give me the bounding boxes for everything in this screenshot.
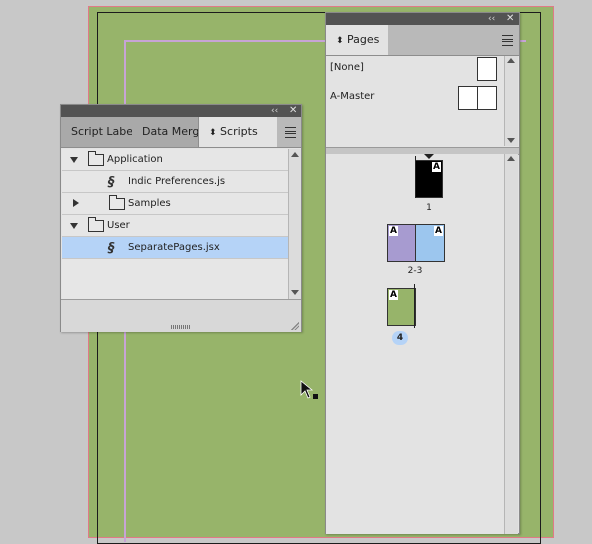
tab-arrows-icon: ⬍ xyxy=(336,36,344,46)
tab-scripts[interactable]: ⬍ Scripts xyxy=(199,117,277,147)
tree-row-samples[interactable]: Samples xyxy=(62,193,288,215)
page-2-thumbnail[interactable]: A xyxy=(387,224,416,262)
tree-row-application[interactable]: Application xyxy=(62,149,288,171)
panel-menu-icon[interactable] xyxy=(285,127,296,138)
close-icon[interactable]: ✕ xyxy=(289,105,297,117)
panel-menu-icon[interactable] xyxy=(502,35,513,46)
tab-pages[interactable]: ⬍ Pages xyxy=(326,25,388,55)
page-1-label: 1 xyxy=(426,203,432,213)
masters-section: [None] A-Master xyxy=(326,56,504,146)
page-4-thumbnail[interactable]: A xyxy=(387,288,416,326)
script-icon: § xyxy=(108,241,115,256)
close-icon[interactable]: ✕ xyxy=(506,13,514,25)
master-a[interactable]: A-Master xyxy=(326,85,504,113)
collapse-icon[interactable]: ‹‹ xyxy=(271,105,278,117)
collapse-icon[interactable]: ‹‹ xyxy=(488,13,495,25)
masters-scrollbar[interactable] xyxy=(504,56,518,146)
scroll-down-icon[interactable] xyxy=(507,138,515,143)
folder-icon xyxy=(88,217,104,232)
tab-script-label[interactable]: Script Labe xyxy=(61,117,142,147)
expand-triangle-icon[interactable] xyxy=(70,223,78,229)
page-4-label: 4 xyxy=(392,331,408,345)
master-a-right-thumbnail[interactable] xyxy=(477,86,497,110)
pages-panel-titlebar[interactable]: ‹‹ ✕ xyxy=(326,13,519,25)
scroll-up-icon[interactable] xyxy=(507,156,515,161)
tree-row-indic-preferences[interactable]: § Indic Preferences.js xyxy=(62,171,288,193)
pages-panel: ‹‹ ✕ ⬍ Pages [None] A-Master A 1 A A 2-3… xyxy=(325,12,520,534)
tab-data-merge[interactable]: Data Merg xyxy=(132,117,199,147)
scripts-panel-tabs: Script Labe Data Merg ⬍ Scripts xyxy=(61,117,301,148)
spine-line xyxy=(414,284,415,328)
mouse-pointer-icon xyxy=(300,380,318,399)
scripts-scrollbar[interactable] xyxy=(288,149,301,299)
scripts-panel: ‹‹ ✕ Script Labe Data Merg ⬍ Scripts App… xyxy=(60,104,302,332)
pages-section: A 1 A A 2-3 A 4 xyxy=(326,154,504,534)
expand-triangle-icon[interactable] xyxy=(70,157,78,163)
pages-scrollbar[interactable] xyxy=(504,154,518,534)
folder-icon xyxy=(88,151,104,166)
drag-grip-icon[interactable] xyxy=(171,325,191,329)
scripts-panel-footer xyxy=(61,299,301,332)
scroll-up-icon[interactable] xyxy=(291,152,299,157)
scripts-panel-titlebar[interactable]: ‹‹ ✕ xyxy=(61,105,301,117)
master-a-left-thumbnail[interactable] xyxy=(458,86,478,110)
master-none-thumbnail[interactable] xyxy=(477,57,497,81)
current-page-marker-icon xyxy=(424,154,434,159)
collapse-triangle-icon[interactable] xyxy=(73,199,79,207)
tree-row-user[interactable]: User xyxy=(62,215,288,237)
tree-row-separatepages[interactable]: § SeparatePages.jsx xyxy=(62,237,288,259)
page-3-thumbnail[interactable]: A xyxy=(415,224,445,262)
script-icon: § xyxy=(108,175,115,190)
scroll-down-icon[interactable] xyxy=(291,290,299,295)
resize-grip-icon[interactable] xyxy=(291,322,299,330)
folder-icon xyxy=(109,195,125,210)
master-none[interactable]: [None] xyxy=(326,56,504,84)
tab-arrows-icon: ⬍ xyxy=(209,128,217,138)
spread-2-3-label: 2-3 xyxy=(407,266,423,276)
pages-panel-tabs: ⬍ Pages xyxy=(326,25,519,56)
spine-line xyxy=(415,156,416,198)
scroll-up-icon[interactable] xyxy=(507,58,515,63)
scripts-tree: Application § Indic Preferences.js Sampl… xyxy=(62,149,288,299)
page-1-thumbnail[interactable]: A xyxy=(415,160,443,198)
